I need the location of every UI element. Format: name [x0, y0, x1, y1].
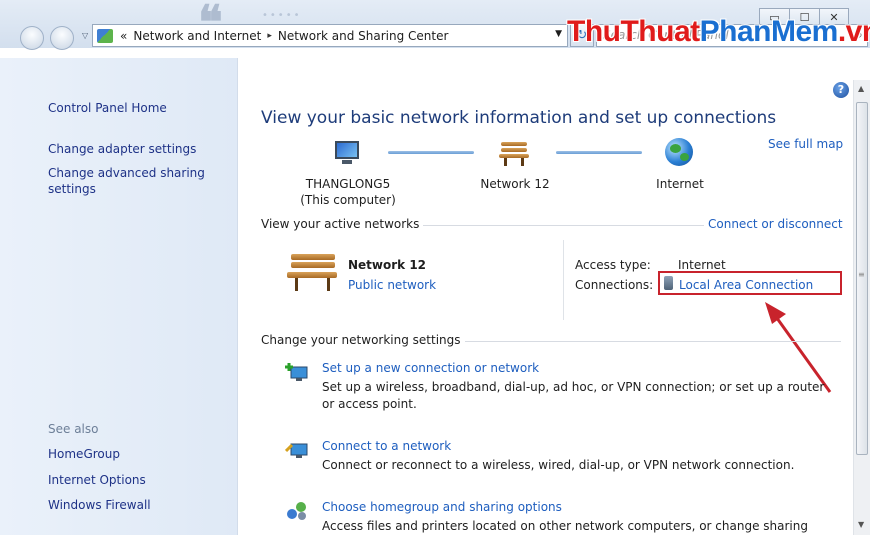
connect-network-icon — [285, 443, 308, 458]
see-also-heading: See also — [48, 422, 99, 436]
map-network-label[interactable]: Network 12 — [470, 176, 560, 192]
breadcrumb-network-sharing-center[interactable]: Network and Sharing Center — [275, 29, 452, 43]
setup-new-connection-link[interactable]: Set up a new connection or network — [322, 361, 539, 375]
sidebar-item-internet-options[interactable]: Internet Options — [48, 472, 228, 488]
homegroup-sharing-desc: Access files and printers located on oth… — [322, 519, 808, 533]
computer-name: THANGLONG5 — [305, 177, 391, 191]
map-internet-label[interactable]: Internet — [650, 176, 710, 192]
scroll-grip-icon: ≡ — [858, 270, 865, 279]
new-connection-icon — [285, 363, 308, 381]
connections-label: Connections: — [575, 278, 654, 292]
map-computer-label: THANGLONG5 (This computer) — [293, 176, 403, 208]
task-homegroup: Choose homegroup and sharing options Acc… — [285, 500, 845, 535]
scroll-down-icon[interactable]: ▼ — [858, 520, 864, 529]
recent-pages-dropdown[interactable]: ▽ — [82, 31, 88, 40]
back-button[interactable] — [20, 26, 44, 50]
see-full-map-link[interactable]: See full map — [768, 137, 843, 151]
scroll-up-icon[interactable]: ▲ — [858, 84, 864, 93]
help-icon[interactable]: ? — [833, 82, 849, 98]
sidebar-item-windows-firewall[interactable]: Windows Firewall — [48, 497, 228, 513]
watermark-logo: ThuThuatPhanMem.vn — [567, 15, 870, 48]
page-title: View your basic network information and … — [261, 108, 777, 128]
network-location-link[interactable]: Public network — [348, 278, 436, 292]
sidebar-item-control-panel-home[interactable]: Control Panel Home — [48, 100, 228, 116]
breadcrumb-separator-icon[interactable]: ▸ — [264, 31, 275, 41]
computer-sub-label: (This computer) — [300, 193, 396, 207]
map-connection-line — [388, 151, 474, 154]
task-connect-network: Connect to a network Connect or reconnec… — [285, 439, 845, 475]
sidebar-item-homegroup[interactable]: HomeGroup — [48, 446, 228, 462]
network-bench-icon — [499, 140, 529, 166]
sidebar: Control Panel Home Change adapter settin… — [0, 58, 238, 535]
connect-or-disconnect-link[interactable]: Connect or disconnect — [704, 217, 847, 231]
connect-to-network-link[interactable]: Connect to a network — [322, 439, 451, 453]
active-network-name: Network 12 — [348, 258, 427, 272]
internet-globe-icon — [665, 138, 693, 166]
forward-button[interactable] — [50, 26, 74, 50]
address-bar[interactable]: « Network and Internet ▸ Network and Sha… — [92, 24, 568, 47]
networking-settings-heading: Change your networking settings — [261, 333, 465, 347]
sidebar-item-change-adapter-settings[interactable]: Change adapter settings — [48, 141, 228, 157]
annotation-highlight-box — [658, 271, 842, 295]
address-dropdown-icon[interactable]: ▼ — [555, 29, 562, 39]
vertical-divider — [563, 240, 564, 320]
connect-to-network-desc: Connect or reconnect to a wireless, wire… — [322, 458, 795, 472]
computer-icon — [331, 139, 363, 165]
homegroup-icon — [287, 502, 306, 520]
homegroup-sharing-link[interactable]: Choose homegroup and sharing options — [322, 500, 562, 514]
access-type-label: Access type: — [575, 258, 651, 272]
task-new-connection: Set up a new connection or network Set u… — [285, 361, 845, 413]
network-bench-icon — [287, 252, 337, 292]
sidebar-item-change-advanced-sharing[interactable]: Change advanced sharing settings — [48, 165, 228, 197]
control-panel-icon — [97, 28, 113, 43]
decorative-dots: ••••• — [262, 10, 302, 21]
address-overflow[interactable]: « — [117, 29, 130, 43]
active-networks-heading: View your active networks — [261, 217, 424, 231]
map-connection-line — [556, 151, 642, 154]
access-type-value: Internet — [678, 258, 726, 272]
breadcrumb-network-and-internet[interactable]: Network and Internet — [130, 29, 264, 43]
vertical-scrollbar[interactable]: ▲ ≡ ▼ — [853, 80, 870, 535]
setup-new-connection-desc: Set up a wireless, broadband, dial-up, a… — [322, 380, 825, 411]
